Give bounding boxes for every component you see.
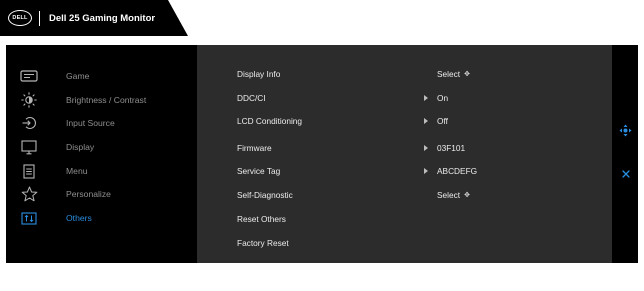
input-source-icon (18, 115, 40, 131)
arrow-right-icon (424, 168, 428, 174)
menu-item-brightness-contrast[interactable]: Brightness / Contrast (18, 90, 146, 110)
row-value: ABCDEFG (437, 166, 478, 176)
row-label: LCD Conditioning (237, 116, 303, 126)
row-ddc-ci[interactable]: DDC/CI On (237, 89, 607, 107)
menu-item-game[interactable]: Game (18, 66, 89, 86)
row-value: On (437, 93, 449, 103)
joystick-select-icon: ✥ (464, 191, 470, 199)
row-self-diagnostic[interactable]: Self-Diagnostic Select ✥ (237, 186, 607, 204)
menu-label-personalize: Personalize (66, 189, 111, 199)
row-label: Reset Others (237, 214, 286, 224)
row-reset-others[interactable]: Reset Others (237, 210, 607, 228)
arrow-right-icon (424, 118, 428, 124)
navigation-bar (612, 45, 638, 263)
row-display-info[interactable]: Display Info Select ✥ (237, 65, 607, 83)
row-label: Firmware (237, 143, 272, 153)
menu-item-input-source[interactable]: Input Source (18, 113, 115, 133)
row-value: Select ✥ (437, 69, 470, 79)
menu-label-display: Display (66, 142, 95, 152)
row-value: Off (437, 116, 448, 126)
game-icon (18, 68, 40, 84)
menu-label-brightness-contrast: Brightness / Contrast (66, 95, 147, 105)
row-label: DDC/CI (237, 93, 266, 103)
dell-logo: DELL (8, 10, 32, 26)
title-separator (39, 10, 40, 26)
arrow-right-icon (424, 145, 428, 151)
menu-label-game: Game (66, 71, 90, 81)
row-label: Self-Diagnostic (237, 190, 293, 200)
row-lcd-conditioning[interactable]: LCD Conditioning Off (237, 112, 607, 130)
menu-label-others: Others (66, 213, 92, 223)
menu-list-icon (18, 163, 40, 179)
row-value: Select ✥ (437, 190, 470, 200)
star-icon (18, 186, 40, 202)
joystick-move-icon[interactable] (619, 124, 632, 137)
monitor-title: Dell 25 Gaming Monitor (49, 12, 156, 24)
row-label: Service Tag (237, 166, 281, 176)
row-firmware[interactable]: Firmware 03F101 (237, 139, 607, 157)
row-factory-reset[interactable]: Factory Reset (237, 234, 607, 252)
menu-item-personalize[interactable]: Personalize (18, 184, 111, 204)
joystick-select-icon: ✥ (464, 70, 470, 78)
row-label: Factory Reset (237, 238, 289, 248)
others-icon (18, 210, 40, 226)
menu-label-input-source: Input Source (66, 118, 115, 128)
close-icon[interactable] (619, 167, 632, 180)
menu-item-display[interactable]: Display (18, 137, 94, 157)
menu-label-menu: Menu (66, 166, 88, 176)
osd-panel: Game Brightness / Contrast Input Source … (6, 45, 613, 263)
menu-item-menu[interactable]: Menu (18, 161, 88, 181)
display-icon (18, 139, 40, 155)
menu-item-others[interactable]: Others (18, 208, 92, 228)
row-label: Display Info (237, 69, 281, 79)
title-bar: DELL Dell 25 Gaming Monitor (0, 0, 188, 36)
brightness-icon (18, 92, 40, 108)
row-value: 03F101 (437, 143, 466, 153)
arrow-right-icon (424, 95, 428, 101)
row-service-tag[interactable]: Service Tag ABCDEFG (237, 162, 607, 180)
